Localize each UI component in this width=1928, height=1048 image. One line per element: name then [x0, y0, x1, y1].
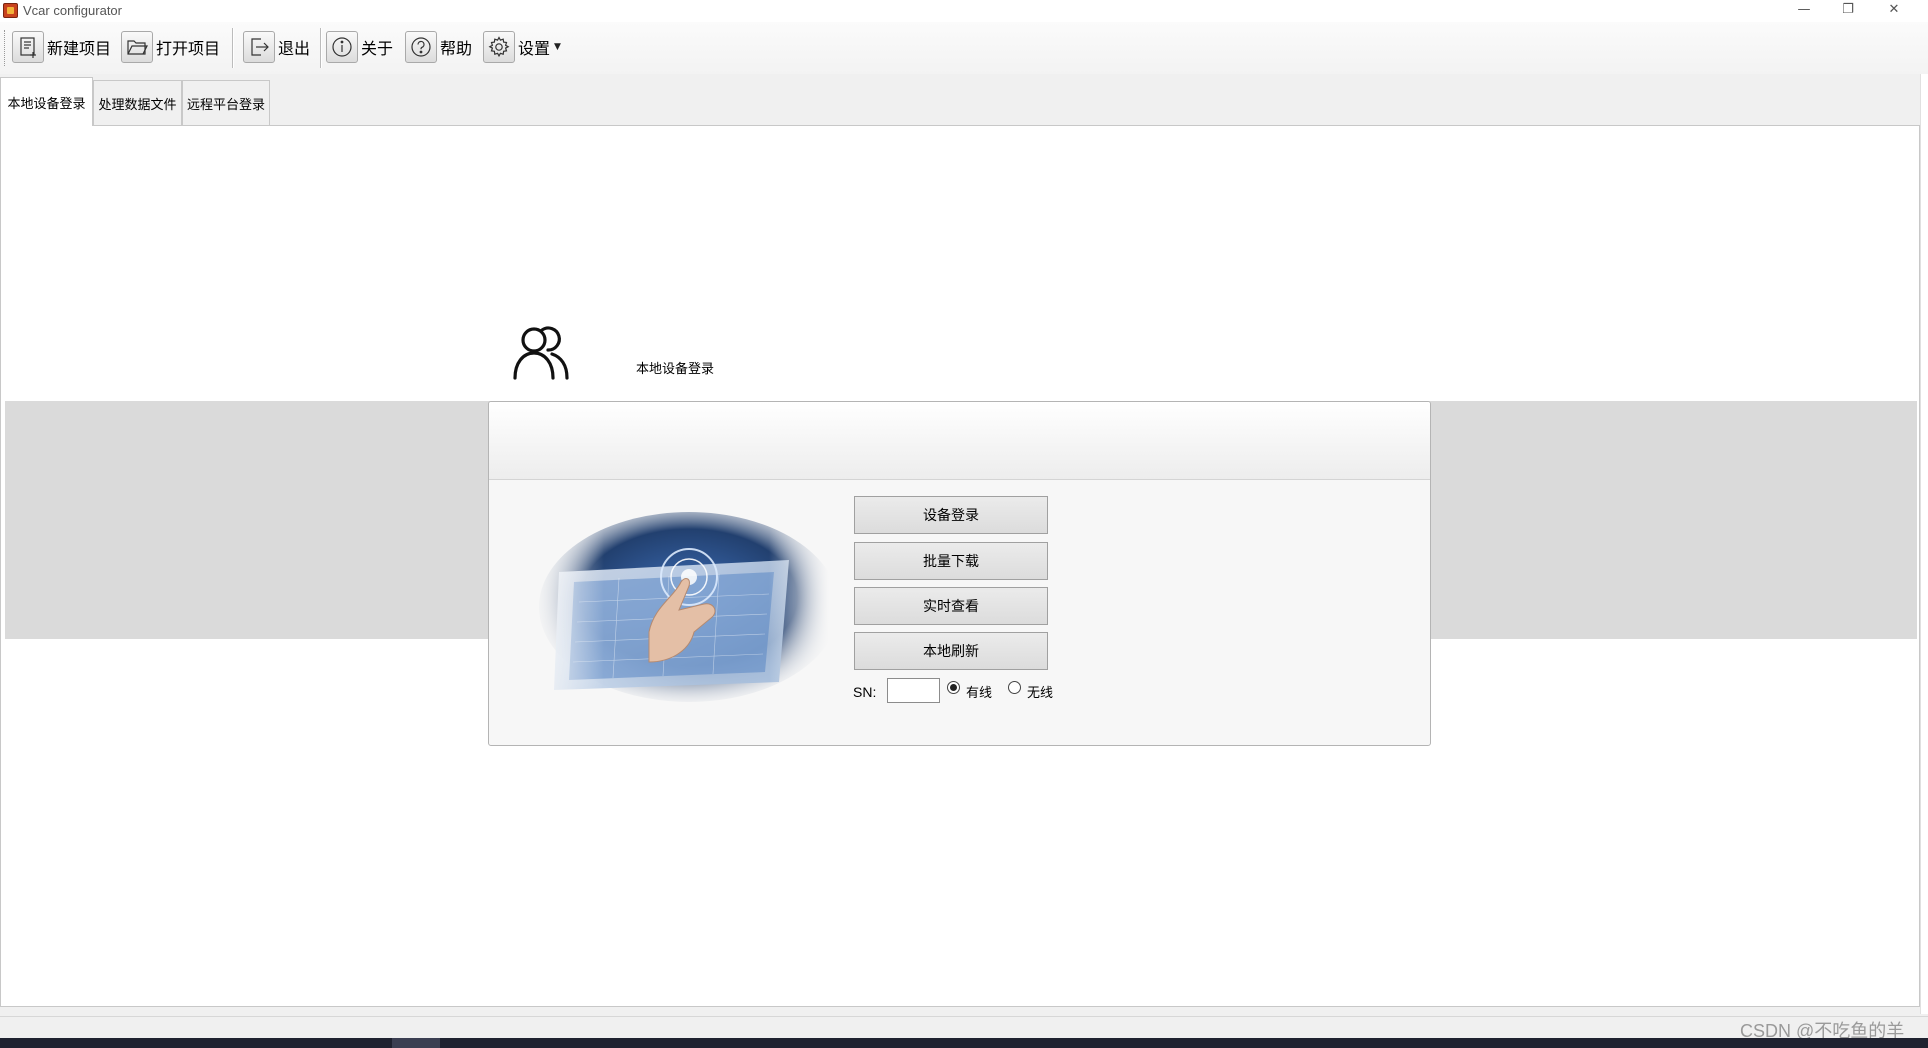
batch-download-button[interactable]: 批量下载: [854, 542, 1048, 580]
toolbar-separator: [320, 28, 322, 68]
new-project-button[interactable]: 新建项目: [12, 30, 111, 64]
about-label: 关于: [361, 39, 394, 58]
tab-bar: 本地设备登录 处理数据文件 远程平台登录: [0, 74, 1928, 126]
toolbar: 新建项目 打开项目 退出 关于 帮助 设置 ▼: [0, 22, 1928, 74]
wired-radio-label[interactable]: 有线: [966, 682, 992, 701]
sn-label: SN:: [853, 684, 877, 700]
toolbar-grip[interactable]: [4, 30, 7, 66]
title-bar: Vcar configurator — ❐ ✕: [0, 0, 1928, 22]
tab-local-device-login[interactable]: 本地设备登录: [0, 77, 93, 126]
settings-label: 设置: [518, 39, 551, 58]
taskbar-app-item[interactable]: [392, 1038, 440, 1048]
info-icon: [326, 31, 358, 63]
dropdown-arrow-icon[interactable]: ▼: [554, 42, 561, 52]
open-project-label: 打开项目: [156, 39, 221, 58]
window-right-edge: [1920, 74, 1928, 1014]
device-login-button[interactable]: 设备登录: [854, 496, 1048, 534]
sn-input[interactable]: [887, 678, 940, 703]
local-refresh-button[interactable]: 本地刷新: [854, 632, 1048, 670]
open-folder-icon: [121, 31, 153, 63]
toolbar-separator: [232, 28, 234, 68]
wireless-radio[interactable]: [1008, 681, 1021, 694]
card-header: [489, 402, 1430, 480]
about-button[interactable]: 关于: [326, 30, 393, 64]
open-project-button[interactable]: 打开项目: [121, 30, 220, 64]
app-logo-icon: [3, 3, 18, 18]
new-document-icon: [12, 31, 44, 63]
taskbar: [0, 1038, 1928, 1048]
minimize-button[interactable]: —: [1782, 0, 1826, 22]
touch-screen-illustration: [529, 512, 829, 712]
exit-button[interactable]: 退出: [243, 30, 310, 64]
settings-button[interactable]: 设置 ▼: [483, 30, 561, 64]
section-title: 本地设备登录: [636, 362, 715, 377]
exit-icon: [243, 31, 275, 63]
help-button[interactable]: 帮助: [405, 30, 472, 64]
new-project-label: 新建项目: [47, 39, 112, 58]
tab-remote-platform-login[interactable]: 远程平台登录: [182, 80, 270, 126]
login-card: 设备登录 批量下载 实时查看 本地刷新 SN: 有线 无线: [488, 401, 1431, 746]
help-label: 帮助: [440, 39, 473, 58]
window-title: Vcar configurator: [23, 3, 122, 18]
realtime-view-button[interactable]: 实时查看: [854, 587, 1048, 625]
status-bar: [0, 1016, 1928, 1038]
exit-label: 退出: [278, 39, 311, 58]
close-button[interactable]: ✕: [1872, 0, 1916, 22]
tab-process-data-files[interactable]: 处理数据文件: [93, 80, 182, 126]
help-icon: [405, 31, 437, 63]
wired-radio[interactable]: [947, 681, 960, 694]
gear-icon: [483, 31, 515, 63]
users-icon: [513, 326, 569, 380]
restore-button[interactable]: ❐: [1826, 0, 1870, 22]
wireless-radio-label[interactable]: 无线: [1027, 682, 1053, 701]
